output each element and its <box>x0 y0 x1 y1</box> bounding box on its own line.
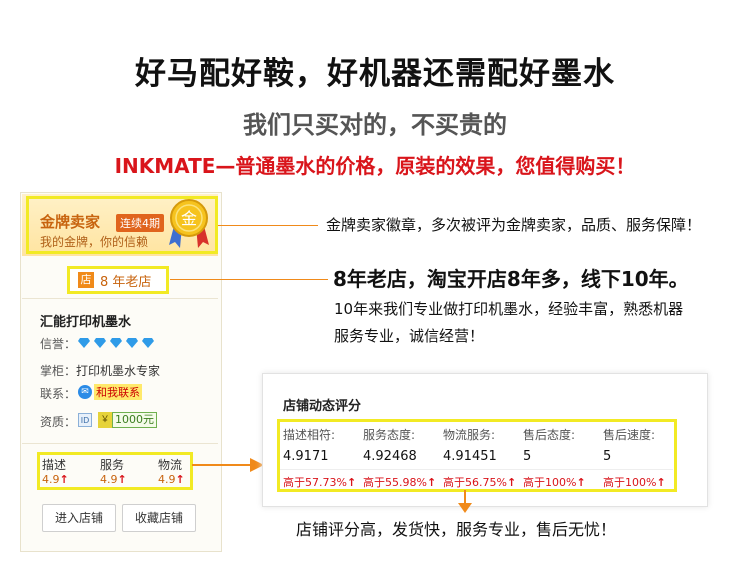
qualification-label: 资质： <box>40 415 77 429</box>
up-arrow-icon: ↑ <box>59 473 69 486</box>
subheadline: 我们只买对的，不买贵的 <box>243 111 507 139</box>
up-arrow-icon: ↑ <box>576 476 586 489</box>
callout-ratings: 店铺评分高，发货快，服务专业，售后无忧！ <box>296 520 617 539</box>
up-arrow-icon: ↑ <box>117 473 127 486</box>
rating-column-header: 售后速度: <box>603 428 656 442</box>
headline: 好马配好鞍，好机器还需配好墨水 <box>135 56 615 92</box>
rating-label-logistics: 物流 <box>158 458 183 472</box>
favorite-shop-button[interactable]: 收藏店铺 <box>122 504 196 532</box>
divider <box>280 469 673 470</box>
rating-column-percentile: 高于100%↑ <box>603 474 666 490</box>
owner-label: 掌柜： <box>40 364 77 378</box>
percentile-text: 高于57.73% <box>283 476 347 489</box>
rating-column-header: 描述相符: <box>283 428 336 442</box>
rating-column-value: 4.91451 <box>443 449 497 464</box>
diamond-icon <box>142 338 154 348</box>
gold-seller-note: 我的金牌，你的信赖 <box>40 235 149 249</box>
rating-column-percentile: 高于57.73%↑ <box>283 474 356 490</box>
connector-line <box>218 225 318 226</box>
callout-service: 服务专业，诚信经营！ <box>334 327 485 345</box>
rating-column-header: 售后态度: <box>523 428 576 442</box>
rating-number: 4.9 <box>100 473 118 486</box>
callout-experience: 10年来我们专业做打印机墨水，经验丰富，熟悉机器 <box>334 300 684 318</box>
percentile-text: 高于55.98% <box>363 476 427 489</box>
rating-column-header: 服务态度: <box>363 428 416 442</box>
percentile-text: 高于100% <box>603 476 657 489</box>
rating-column-value: 5 <box>603 449 612 464</box>
diamond-icon <box>126 338 138 348</box>
diamond-icon <box>78 338 90 348</box>
percentile-text: 高于56.75% <box>443 476 507 489</box>
store-icon: 店 <box>78 272 94 288</box>
contact-label: 联系： <box>40 387 77 401</box>
connector-line <box>170 279 328 280</box>
diamond-icon <box>110 338 122 348</box>
chat-icon[interactable]: ✉ <box>78 385 92 399</box>
up-arrow-icon: ↑ <box>426 476 437 489</box>
dynamic-ratings-title: 店铺动态评分 <box>283 399 362 414</box>
gold-medal-icon: 金 <box>169 199 209 248</box>
up-arrow-icon: ↑ <box>175 473 185 486</box>
up-arrow-icon: ↑ <box>346 476 357 489</box>
tagline: INKMATE—普通墨水的价格，原装的效果，您值得购买！ <box>114 154 636 178</box>
rating-number: 4.9 <box>42 473 60 486</box>
right-arrow-icon <box>192 458 264 472</box>
rating-column-percentile: 高于55.98%↑ <box>363 474 436 490</box>
diamond-icon <box>94 338 106 348</box>
rating-column-percentile: 高于100%↑ <box>523 474 586 490</box>
rating-column-value: 4.92468 <box>363 449 417 464</box>
divider <box>22 298 218 299</box>
rating-label-description: 描述 <box>42 458 67 472</box>
contact-me-link[interactable]: 和我联系 <box>94 384 142 400</box>
rating-value-description: 4.9↑ <box>42 473 69 486</box>
rating-column-percentile: 高于56.75%↑ <box>443 474 516 490</box>
shop-name[interactable]: 汇能打印机墨水 <box>40 311 131 330</box>
rating-column-value: 5 <box>523 449 532 464</box>
rating-column-value: 4.9171 <box>283 449 329 464</box>
gold-seller-badge: 连续4期 <box>116 214 164 232</box>
deposit-amount[interactable]: 1000元 <box>112 412 157 428</box>
callout-store-age: 8年老店，淘宝开店8年多，线下10年。 <box>333 267 689 291</box>
rating-number: 4.9 <box>158 473 176 486</box>
gold-seller-title: 金牌卖家 <box>40 213 101 231</box>
divider <box>22 443 218 444</box>
store-age-text: 8 年老店 <box>100 275 152 290</box>
percentile-text: 高于100% <box>523 476 577 489</box>
credit-label: 信誉： <box>40 337 77 351</box>
id-card-icon[interactable]: ID <box>78 413 92 427</box>
enter-shop-button[interactable]: 进入店铺 <box>42 504 116 532</box>
up-arrow-icon: ↑ <box>506 476 517 489</box>
deposit-icon: ￥ <box>98 412 112 428</box>
down-arrow-icon <box>458 490 472 513</box>
up-arrow-icon: ↑ <box>656 476 666 489</box>
rating-value-logistics: 4.9↑ <box>158 473 185 486</box>
rating-column-header: 物流服务: <box>443 428 496 442</box>
rating-value-service: 4.9↑ <box>100 473 127 486</box>
rating-label-service: 服务 <box>100 458 125 472</box>
medal-glyph: 金 <box>181 209 197 228</box>
callout-gold-seller: 金牌卖家徽章，多次被评为金牌卖家，品质、服务保障！ <box>326 216 702 234</box>
owner-value: 打印机墨水专家 <box>76 364 161 378</box>
